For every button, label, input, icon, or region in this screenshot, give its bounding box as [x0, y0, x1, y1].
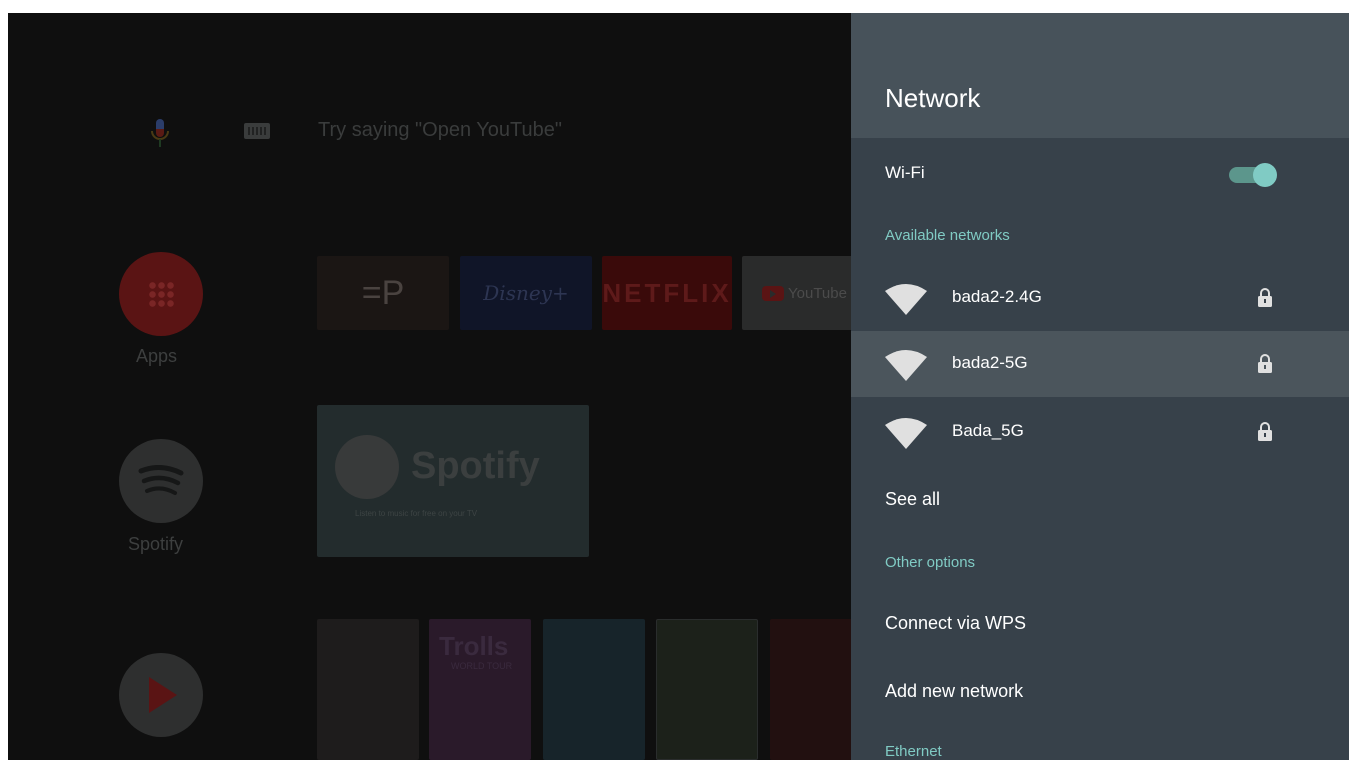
apps-button[interactable]: [119, 252, 203, 336]
wifi-signal-icon: [885, 418, 927, 449]
spotify-banner[interactable]: Spotify Listen to music for free on your…: [317, 405, 589, 557]
spotify-app-button[interactable]: [119, 439, 203, 523]
lock-icon: [1258, 354, 1272, 373]
network-name: Bada_5G: [952, 421, 1024, 440]
wifi-toggle[interactable]: [1229, 163, 1277, 187]
movie-poster[interactable]: [770, 619, 851, 760]
app-tile-netflix[interactable]: NETFLIX: [602, 256, 732, 330]
available-networks-heading: Available networks: [885, 227, 1010, 244]
app-tile-youtube[interactable]: YouTube: [742, 256, 851, 330]
poster-title: Trolls: [439, 631, 509, 661]
movie-poster[interactable]: [543, 619, 645, 760]
network-item-bada-5g[interactable]: Bada_5G: [851, 399, 1349, 465]
network-name: bada2-2.4G: [952, 287, 1042, 306]
launcher-background: Try saying "Open YouTube" Apps Spotify =…: [8, 13, 851, 760]
spotify-banner-title: Spotify: [411, 445, 540, 487]
apps-grid-icon: [148, 281, 174, 307]
wifi-signal-icon: [885, 350, 927, 381]
app-tile-disney[interactable]: Disney+: [460, 256, 592, 330]
movie-poster[interactable]: Trolls WORLD TOUR: [429, 619, 531, 760]
spotify-banner-subtitle: Listen to music for free on your TV: [355, 509, 478, 518]
keyboard-icon[interactable]: [244, 123, 270, 139]
other-options-heading: Other options: [885, 554, 976, 571]
spotify-logo-icon: [335, 435, 399, 499]
connect-wps-button[interactable]: Connect via WPS: [885, 613, 1026, 634]
lock-icon: [1258, 288, 1272, 307]
movie-poster[interactable]: [317, 619, 419, 760]
microphone-icon[interactable]: [148, 117, 172, 151]
toggle-thumb: [1253, 163, 1277, 187]
apps-label: Apps: [136, 346, 178, 366]
tv-screen: Try saying "Open YouTube" Apps Spotify =…: [8, 13, 1349, 760]
app-tile-p[interactable]: =P: [317, 256, 449, 330]
youtube-logo-icon: [762, 285, 784, 301]
wifi-toggle-row[interactable]: Wi-Fi: [851, 151, 1349, 193]
spotify-label: Spotify: [128, 534, 184, 554]
movie-poster[interactable]: [656, 619, 758, 760]
poster-subtitle: WORLD TOUR: [451, 661, 513, 671]
play-movies-icon: [149, 677, 177, 713]
see-all-button[interactable]: See all: [885, 489, 940, 510]
network-item-bada2-5g[interactable]: bada2-5G: [851, 331, 1349, 397]
panel-header: Network: [851, 13, 1349, 138]
network-item-bada2-2.4g[interactable]: bada2-2.4G: [851, 265, 1349, 331]
spotify-icon: [138, 465, 184, 495]
wifi-label: Wi-Fi: [885, 163, 925, 182]
lock-icon: [1258, 422, 1272, 441]
panel-title: Network: [885, 83, 981, 113]
youtube-label: YouTube: [788, 284, 847, 302]
play-movies-button[interactable]: [119, 653, 203, 737]
wifi-signal-icon: [885, 284, 927, 315]
network-settings-panel: Network Wi-Fi Available networks bada2-2…: [851, 13, 1349, 760]
ethernet-heading: Ethernet: [885, 743, 942, 760]
network-name: bada2-5G: [952, 353, 1028, 372]
add-new-network-button[interactable]: Add new network: [885, 681, 1023, 702]
search-hint: Try saying "Open YouTube": [318, 119, 562, 141]
